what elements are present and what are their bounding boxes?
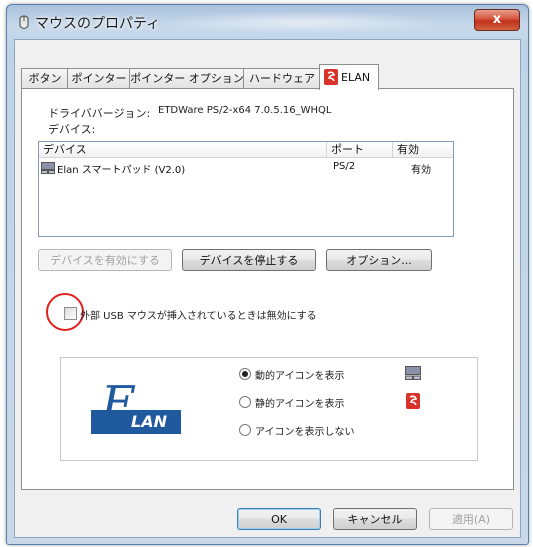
cancel-button[interactable]: キャンセル <box>333 508 417 530</box>
radio-dynamic-icon-label[interactable]: 動的アイコンを表示 <box>255 367 345 382</box>
touchpad-icon <box>41 162 55 174</box>
tab-buttons[interactable]: ボタン <box>21 68 69 89</box>
elan-panel: ドライババージョン: ETDWare PS/2-x64 7.0.5.16_WHQ… <box>21 88 514 490</box>
table-row[interactable]: Elan スマートパッド (V2.0) PS/2 有効 <box>39 160 451 176</box>
column-header-port[interactable]: ポート <box>327 142 393 158</box>
driver-version-value: ETDWare PS/2-x64 7.0.5.16_WHQL <box>158 105 332 116</box>
radio-hide-icon-label[interactable]: アイコンを表示しない <box>255 423 355 438</box>
window-title: マウスのプロパティ <box>35 16 161 32</box>
tray-icon-group: E LAN 動的アイコンを表示 静的アイコンを表示 アイコンを表示しない <box>60 357 478 461</box>
close-button[interactable]: x <box>474 9 520 31</box>
tab-pointer-options[interactable]: ポインター オプション <box>129 68 245 89</box>
mouse-icon <box>19 15 29 29</box>
apply-button[interactable]: 適用(A) <box>429 508 513 530</box>
radio-static-icon-label[interactable]: 静的アイコンを表示 <box>255 395 345 410</box>
tab-pointers[interactable]: ポインター <box>67 68 131 89</box>
driver-version-label: ドライババージョン: <box>48 107 151 120</box>
options-button[interactable]: オプション... <box>326 249 432 271</box>
elan-tab-icon <box>324 69 338 85</box>
highlight-circle <box>46 293 84 331</box>
logo-text: LAN <box>131 412 167 431</box>
device-list[interactable]: デバイス ポート 有効 Elan スマートパッド (V2.0) PS/2 有効 <box>38 141 454 237</box>
radio-hide-icon[interactable] <box>239 424 251 436</box>
enable-device-button[interactable]: デバイスを有効にする <box>38 249 172 271</box>
title-glow <box>157 11 447 33</box>
mouse-properties-window: マウスのプロパティ x ボタン ポインター ポインター オプション ハードウェア… <box>6 4 529 545</box>
elan-logo: E LAN <box>91 376 181 442</box>
disable-on-usb-label[interactable]: 外部 USB マウスが挿入されているときは無効にする <box>80 307 317 322</box>
column-header-device[interactable]: デバイス <box>39 142 327 158</box>
tab-elan[interactable]: ELAN <box>319 64 379 90</box>
disable-device-button[interactable]: デバイスを停止する <box>182 249 316 271</box>
radio-dynamic-icon[interactable] <box>239 368 251 380</box>
ok-button[interactable]: OK <box>237 508 321 530</box>
tab-hardware[interactable]: ハードウェア <box>243 68 321 89</box>
title-bar[interactable]: マウスのプロパティ x <box>7 5 528 39</box>
radio-static-icon[interactable] <box>239 396 251 408</box>
elan-red-icon <box>406 393 420 409</box>
device-name-cell: Elan スマートパッド (V2.0) <box>57 165 186 176</box>
device-label: デバイス: <box>48 123 96 136</box>
dialog-body: ボタン ポインター ポインター オプション ハードウェア ELAN ドライババー… <box>14 39 521 538</box>
device-port-cell: PS/2 <box>333 161 356 172</box>
tab-elan-label: ELAN <box>341 71 371 84</box>
touchpad-icon <box>405 366 421 380</box>
column-header-enabled[interactable]: 有効 <box>393 142 453 158</box>
device-enabled-cell: 有効 <box>411 165 431 176</box>
